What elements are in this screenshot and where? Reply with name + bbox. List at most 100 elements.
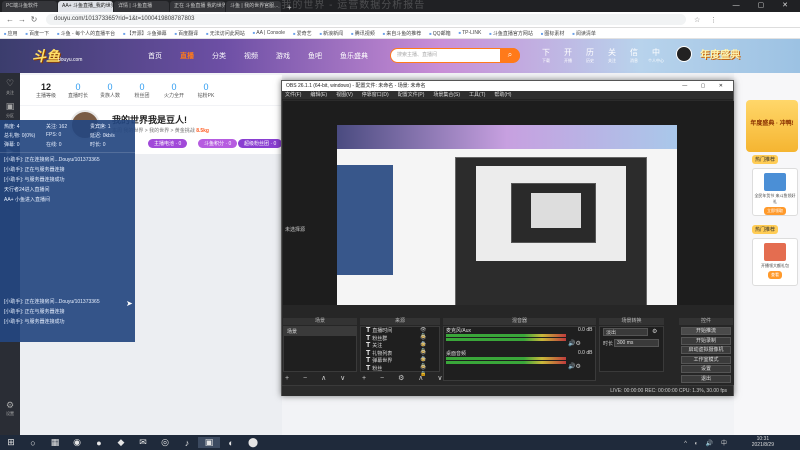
anchor-stat[interactable]: 0 钻粉PK — [190, 82, 222, 99]
bookmark-item[interactable]: 【开源】斗鱼弹幕 — [123, 30, 167, 37]
user-avatar[interactable] — [676, 46, 692, 62]
taskbar-app-icon[interactable]: ▣ — [198, 437, 220, 448]
festival-ad[interactable]: 年度盛典 · 冲鸭! — [746, 100, 798, 152]
anchor-stat[interactable]: 0 贵族人数 — [94, 82, 126, 99]
anchor-stat[interactable]: 0 火力全开 — [158, 82, 190, 99]
bookmark-item[interactable]: TP-LINK — [459, 30, 481, 36]
taskbar-app-icon[interactable]: ⬤ — [242, 437, 264, 448]
url-input[interactable]: douyu.com/101373365?rid=1&t=100041980878… — [46, 14, 686, 25]
source-item[interactable]: 关注👁🔒 — [366, 342, 426, 354]
taskbar-app-icon[interactable]: ♪ — [176, 438, 198, 448]
obs-control-button[interactable]: 开始录制 — [681, 336, 731, 345]
back-icon[interactable]: ← — [4, 15, 16, 24]
taskbar-app-icon[interactable]: ✉ — [132, 437, 154, 448]
nav-home[interactable]: 首页 — [148, 51, 162, 61]
obs-menu-item[interactable]: 场景集合(S) — [433, 91, 460, 99]
nav-game[interactable]: 游戏 — [276, 51, 290, 61]
obs-control-button[interactable]: 设置 — [681, 365, 731, 373]
bookmark-item[interactable]: 新浪新闻 — [320, 30, 343, 37]
bookmark-item[interactable]: 百度翻译 — [175, 30, 198, 37]
scenes-list[interactable]: 场景 — [283, 326, 357, 372]
bookmark-item[interactable]: 斗鱼直播官方网站 — [489, 30, 533, 37]
promo-banner[interactable]: 年度盛典 — [700, 46, 740, 61]
anchor-stat[interactable]: 0 粉丝团 — [126, 82, 158, 99]
bookmark-item[interactable]: 应用 — [4, 30, 18, 37]
bookmark-item[interactable]: QQ邮箱 — [429, 30, 451, 37]
header-icon-button[interactable]: 开开播 — [557, 47, 579, 64]
bookmark-item[interactable]: 百度一下 — [26, 30, 49, 37]
header-icon-button[interactable]: 信消息 — [623, 47, 645, 64]
sidebar-item[interactable]: ▣ 分区 — [0, 96, 20, 119]
mixer-mute-icon[interactable]: 🔊⚙ — [568, 340, 581, 347]
obs-menu-item[interactable]: 配置文件(P) — [398, 91, 425, 99]
header-icon-button[interactable]: 下下载 — [535, 47, 557, 64]
taskbar-app-icon[interactable]: ● — [88, 438, 110, 448]
start-button-icon[interactable]: ⊞ — [0, 437, 22, 448]
bookmark-item[interactable]: 斗鱼 - 每个人的直播平台 — [57, 30, 115, 37]
scene-toolbar-icons[interactable]: + − ∧ ∨ — [285, 374, 351, 382]
header-icon-button[interactable]: 历历史 — [579, 47, 601, 64]
scene-item[interactable]: 场景 — [284, 327, 356, 336]
source-item[interactable]: 粉丝群👁🔒 — [366, 335, 426, 347]
obs-menu-item[interactable]: 编辑(E) — [310, 91, 327, 99]
bookmark-item[interactable]: 来自斗鱼的推荐 — [383, 30, 421, 37]
nav-yuba[interactable]: 鱼吧 — [308, 51, 322, 61]
transition-select[interactable]: 淡出 — [603, 328, 648, 336]
nav-live[interactable]: 直播 — [180, 51, 194, 61]
taskbar-app-icon[interactable]: ◉ — [66, 437, 88, 448]
obs-control-button[interactable]: 工作室模式 — [681, 355, 731, 364]
sidebar-item[interactable]: ♡ 关注 — [0, 73, 20, 96]
browser-tab[interactable]: 详情 | 斗鱼直播 — [114, 1, 169, 12]
recommend-card[interactable]: 开播领大额礼包 查看 — [752, 238, 798, 286]
taskbar-app-icon[interactable]: ◐ — [220, 438, 242, 448]
browser-tab[interactable]: AA+ 斗鱼直播_我的世界我... — [58, 1, 113, 12]
recommend-card[interactable]: 全民年货节 来斗鱼领好礼 立即领取 — [752, 168, 798, 216]
taskbar-app-icon[interactable]: ◎ — [154, 437, 176, 448]
obs-control-button[interactable]: 启动虚拟摄像机 — [681, 346, 731, 354]
window-controls[interactable]: — ▢ ✕ — [733, 1, 796, 9]
taskbar-app-icon[interactable]: ◆ — [110, 437, 132, 448]
obs-control-button[interactable]: 开始推流 — [681, 327, 731, 335]
obs-menu-item[interactable]: 文件(F) — [285, 91, 301, 99]
nav-video[interactable]: 视频 — [244, 51, 258, 61]
mixer-mute-icon[interactable]: 🔊⚙ — [568, 363, 581, 370]
room-tag[interactable]: 斗鱼积分 · 0 — [198, 139, 238, 148]
taskbar-app-icon[interactable]: ○ — [22, 438, 44, 448]
reload-icon[interactable]: ↻ — [28, 15, 40, 24]
source-item[interactable]: 礼物列表👁🔒 — [366, 350, 426, 362]
obs-menu-item[interactable]: 帮助(H) — [494, 91, 511, 99]
nav-category[interactable]: 分类 — [212, 51, 226, 61]
recommend-card-button[interactable]: 查看 — [768, 271, 782, 279]
sidebar-settings-icon[interactable]: ⚙ 设置 — [0, 400, 20, 417]
obs-window-controls[interactable]: — ▢ ✕ — [682, 81, 729, 91]
browser-tab[interactable]: 正在 斗鱼直播 我的世界... — [170, 1, 225, 12]
bookmark-item[interactable]: 爱奇艺 — [293, 30, 312, 37]
recommend-card-button[interactable]: 立即领取 — [764, 207, 786, 215]
bookmark-item[interactable]: 无法访问此网站 — [206, 30, 245, 37]
obs-menu-item[interactable]: 工具(T) — [469, 91, 485, 99]
transition-settings-icon[interactable]: ⚙ — [652, 328, 657, 335]
room-tag[interactable]: 主播电池 · 0 — [148, 139, 188, 148]
extension-icons[interactable]: ☆ ⋮ — [694, 16, 721, 24]
bookmark-item[interactable]: 阅读清单 — [572, 30, 596, 37]
browser-tab[interactable]: PC端斗鱼软件 — [2, 1, 57, 12]
taskbar-app-icon[interactable]: ▦ — [44, 437, 66, 448]
bookmark-item[interactable]: AA | Console — [253, 30, 285, 36]
room-tag[interactable]: 超级粉丝团 · 0 — [238, 139, 283, 148]
system-clock[interactable]: 10:31 2021/8/29 — [752, 436, 774, 448]
bookmark-item[interactable]: 腾讯视频 — [351, 30, 375, 37]
bookmark-item[interactable]: 图标素材 — [541, 30, 564, 37]
header-icon-button[interactable]: 中个人中心 — [645, 47, 667, 64]
source-item[interactable]: 直播时间👁🔒 — [366, 327, 426, 339]
system-tray-icons[interactable]: ^ ◐ 🔊 中 — [684, 438, 730, 447]
source-item[interactable]: 弹幕世界👁🔒 — [366, 357, 426, 369]
nav-festival[interactable]: 鱼乐盛典 — [340, 51, 368, 61]
duration-input[interactable]: 300 ms — [614, 339, 659, 347]
anchor-stat[interactable]: 0 直播时长 — [62, 82, 94, 99]
obs-menu-item[interactable]: 停靠窗口(D) — [362, 91, 389, 99]
site-logo[interactable]: 斗鱼 — [32, 46, 60, 66]
forward-icon[interactable]: → — [16, 15, 28, 24]
header-icon-button[interactable]: 关关注 — [601, 47, 623, 64]
source-item[interactable]: 粉丝👁🔒 — [366, 365, 426, 377]
source-toolbar-icons[interactable]: + − ⚙ ∧ ∨ — [362, 374, 448, 382]
